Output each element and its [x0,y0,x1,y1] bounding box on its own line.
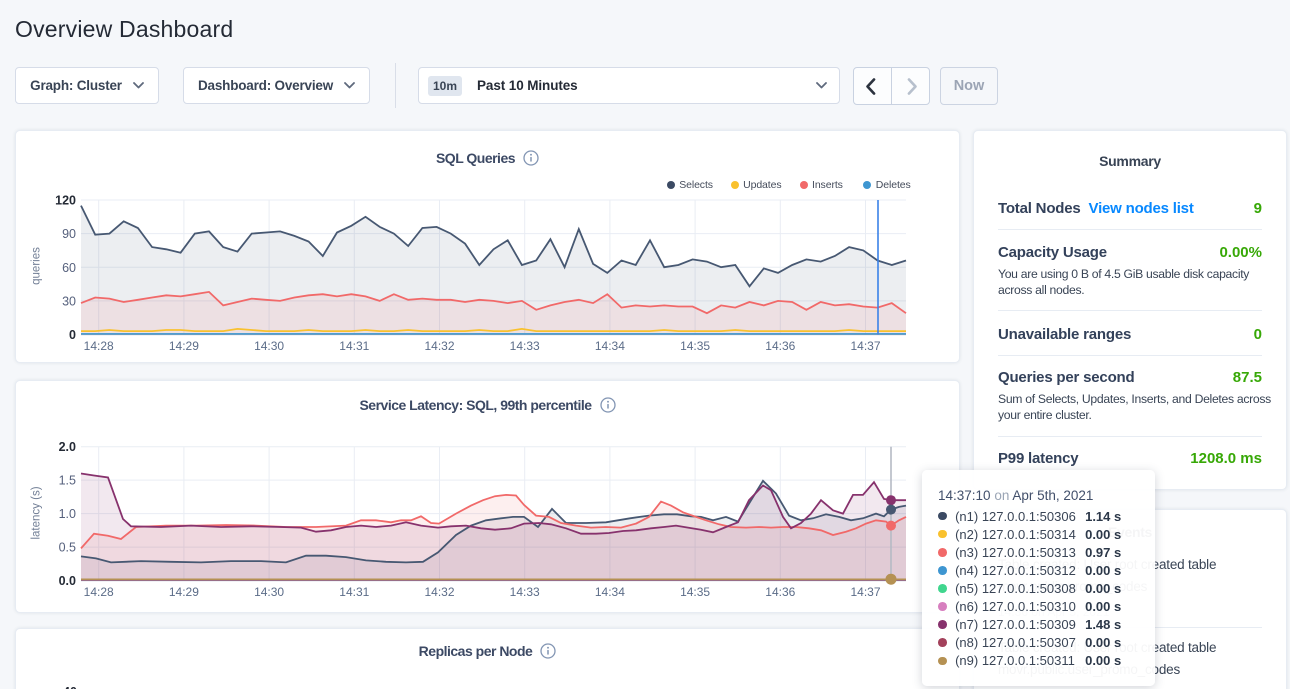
svg-text:0.0: 0.0 [59,574,76,588]
svg-text:120: 120 [55,194,76,208]
svg-text:latency (s): latency (s) [31,486,43,539]
svg-text:14:33: 14:33 [510,339,540,353]
svg-text:14:31: 14:31 [339,585,369,599]
svg-text:14:32: 14:32 [424,339,454,353]
svg-text:60: 60 [62,261,76,275]
svg-text:14:31: 14:31 [339,339,369,353]
svg-text:14:34: 14:34 [595,339,625,353]
svg-text:1.0: 1.0 [59,507,76,521]
svg-text:14:28: 14:28 [84,585,114,599]
svg-text:30: 30 [62,294,76,308]
svg-text:14:30: 14:30 [254,339,284,353]
svg-text:14:32: 14:32 [424,585,454,599]
svg-text:14:35: 14:35 [680,585,710,599]
svg-text:14:36: 14:36 [765,585,795,599]
svg-text:14:33: 14:33 [510,585,540,599]
svg-text:14:30: 14:30 [254,585,284,599]
svg-text:14:29: 14:29 [169,585,199,599]
svg-text:queries: queries [31,247,43,285]
svg-text:0.5: 0.5 [59,541,76,555]
svg-text:14:28: 14:28 [84,339,114,353]
svg-text:14:34: 14:34 [595,585,625,599]
svg-text:1.5: 1.5 [59,474,76,488]
svg-text:14:36: 14:36 [765,339,795,353]
svg-text:14:37: 14:37 [850,339,880,353]
svg-text:0: 0 [69,328,76,342]
svg-text:90: 90 [62,227,76,241]
svg-text:2.0: 2.0 [59,440,76,454]
svg-text:14:35: 14:35 [680,339,710,353]
svg-text:14:37: 14:37 [850,585,880,599]
svg-text:14:29: 14:29 [169,339,199,353]
